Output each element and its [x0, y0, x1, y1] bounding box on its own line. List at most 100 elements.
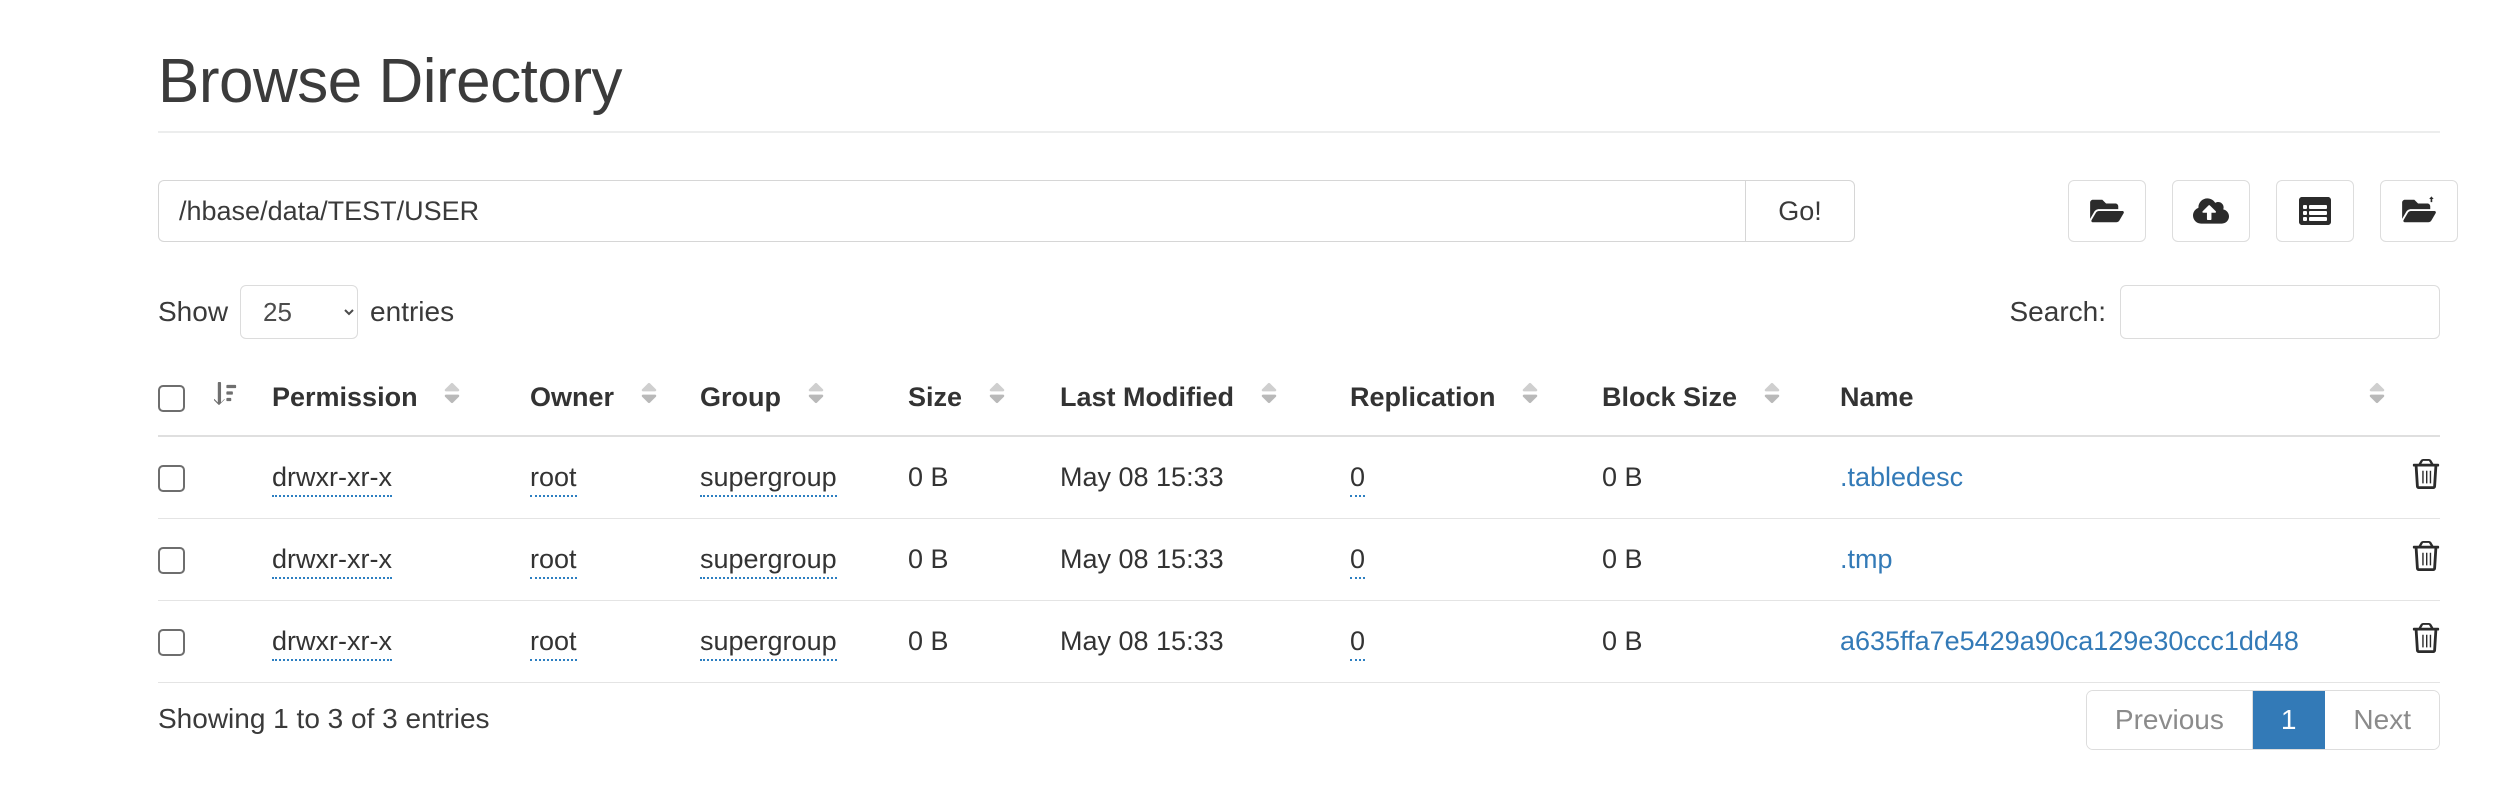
row-owner-cell: root: [530, 518, 700, 601]
header-last-modified-label: Last Modified: [1060, 382, 1234, 412]
row-last-modified-cell: May 08 15:33: [1060, 600, 1350, 683]
create-directory-button[interactable]: [2068, 180, 2146, 242]
header-last-modified[interactable]: Last Modified: [1060, 368, 1350, 437]
row-select-cell[interactable]: [158, 436, 214, 519]
block-size-value: 0 B: [1602, 462, 1643, 492]
row-size-cell: 0 B: [908, 600, 1060, 683]
sort-icon-owner: [638, 382, 660, 412]
header-size[interactable]: Size: [908, 368, 1060, 437]
row-actions-cell: [2350, 518, 2440, 601]
table-controls: Show 2550100 entries Search:: [158, 285, 2440, 341]
replication-value[interactable]: 0: [1350, 462, 1366, 497]
folder-upload-icon: [2401, 196, 2437, 226]
header-replication[interactable]: Replication: [1350, 368, 1602, 437]
group-value[interactable]: supergroup: [700, 544, 837, 579]
page-length-select[interactable]: 2550100: [240, 285, 359, 339]
row-name-cell: a635ffa7e5429a90ca129e30ccc1dd48: [1840, 600, 2350, 683]
page-length-control: Show 2550100 entries: [158, 285, 454, 339]
size-value: 0 B: [908, 626, 949, 656]
header-permission[interactable]: Permission: [272, 368, 530, 437]
search-input[interactable]: [2120, 285, 2440, 339]
upload-files-button[interactable]: [2172, 180, 2250, 242]
table-row: drwxr-xr-x root supergroup 0 B May 08 15:33 0…: [158, 518, 2440, 601]
header-replication-label: Replication: [1350, 382, 1496, 412]
file-name-link[interactable]: .tabledesc: [1840, 462, 1963, 492]
row-owner-cell: root: [530, 436, 700, 519]
pagination-page-1[interactable]: 1: [2252, 691, 2326, 749]
owner-value[interactable]: root: [530, 462, 577, 497]
file-name-link[interactable]: .tmp: [1840, 544, 1893, 574]
last-modified-value: May 08 15:33: [1060, 544, 1224, 574]
group-value[interactable]: supergroup: [700, 462, 837, 497]
owner-value[interactable]: root: [530, 544, 577, 579]
header-block-size[interactable]: Block Size: [1602, 368, 1840, 437]
row-spacer-cell: [214, 600, 272, 683]
directory-path-input[interactable]: [158, 180, 1745, 242]
go-button[interactable]: Go!: [1745, 180, 1855, 242]
delete-button[interactable]: [2412, 623, 2440, 656]
header-owner[interactable]: Owner: [530, 368, 700, 437]
row-owner-cell: root: [530, 600, 700, 683]
replication-value[interactable]: 0: [1350, 626, 1366, 661]
row-block-size-cell: 0 B: [1602, 600, 1840, 683]
delete-button[interactable]: [2412, 541, 2440, 574]
row-permission-cell: drwxr-xr-x: [272, 518, 530, 601]
folder-upload-button[interactable]: [2380, 180, 2458, 242]
path-input-group: Go!: [158, 180, 1855, 242]
header-name-label: Name: [1840, 382, 1914, 412]
header-permission-label: Permission: [272, 382, 418, 412]
row-actions-cell: [2350, 600, 2440, 683]
row-select-cell[interactable]: [158, 518, 214, 601]
table-body: drwxr-xr-x root supergroup 0 B May 08 15:33 0…: [158, 436, 2440, 683]
path-toolbar: Go!: [158, 180, 2458, 242]
sort-icon-block-size: [1761, 382, 1783, 412]
trash-icon: [2412, 623, 2440, 656]
row-checkbox[interactable]: [158, 629, 185, 657]
header-actions[interactable]: [2350, 368, 2440, 437]
permission-value[interactable]: drwxr-xr-x: [272, 462, 392, 497]
table-row: drwxr-xr-x root supergroup 0 B May 08 15:33 0…: [158, 436, 2440, 519]
block-size-value: 0 B: [1602, 544, 1643, 574]
sort-icon-size: [986, 382, 1008, 412]
size-value: 0 B: [908, 544, 949, 574]
snapshot-list-button[interactable]: [2276, 180, 2354, 242]
header-size-label: Size: [908, 382, 963, 412]
permission-value[interactable]: drwxr-xr-x: [272, 626, 392, 661]
folder-open-icon: [2089, 196, 2125, 226]
search-label: Search:: [2009, 296, 2107, 327]
header-group[interactable]: Group: [700, 368, 908, 437]
row-group-cell: supergroup: [700, 600, 908, 683]
row-select-cell[interactable]: [158, 600, 214, 683]
pagination-previous[interactable]: Previous: [2086, 691, 2253, 749]
owner-value[interactable]: root: [530, 626, 577, 661]
row-spacer-cell: [214, 436, 272, 519]
row-size-cell: 0 B: [908, 436, 1060, 519]
row-block-size-cell: 0 B: [1602, 436, 1840, 519]
replication-value[interactable]: 0: [1350, 544, 1366, 579]
group-value[interactable]: supergroup: [700, 626, 837, 661]
delete-button[interactable]: [2412, 459, 2440, 492]
row-checkbox[interactable]: [158, 547, 185, 575]
header-sort-amount[interactable]: [213, 368, 272, 437]
directory-table: Permission Owner Group Size Last Modifie…: [158, 368, 2440, 683]
row-last-modified-cell: May 08 15:33: [1060, 436, 1350, 519]
sort-icon-group: [805, 382, 827, 412]
row-group-cell: supergroup: [700, 436, 908, 519]
pagination-next[interactable]: Next: [2325, 691, 2439, 749]
last-modified-value: May 08 15:33: [1060, 626, 1224, 656]
row-name-cell: .tabledesc: [1840, 436, 2350, 519]
file-name-link[interactable]: a635ffa7e5429a90ca129e30ccc1dd48: [1840, 626, 2299, 656]
row-group-cell: supergroup: [700, 518, 908, 601]
header-select-all[interactable]: [158, 368, 214, 437]
trash-icon: [2412, 541, 2440, 574]
permission-value[interactable]: drwxr-xr-x: [272, 544, 392, 579]
page-title: Browse Directory: [158, 46, 623, 116]
header-name[interactable]: Name: [1840, 368, 2350, 437]
sort-icon-last-modified: [1258, 382, 1280, 412]
block-size-value: 0 B: [1602, 626, 1643, 656]
table-info: Showing 1 to 3 of 3 entries: [158, 703, 490, 734]
select-all-checkbox[interactable]: [158, 385, 185, 413]
directory-action-buttons: [2068, 180, 2458, 242]
row-checkbox[interactable]: [158, 465, 185, 493]
trash-icon: [2412, 459, 2440, 492]
